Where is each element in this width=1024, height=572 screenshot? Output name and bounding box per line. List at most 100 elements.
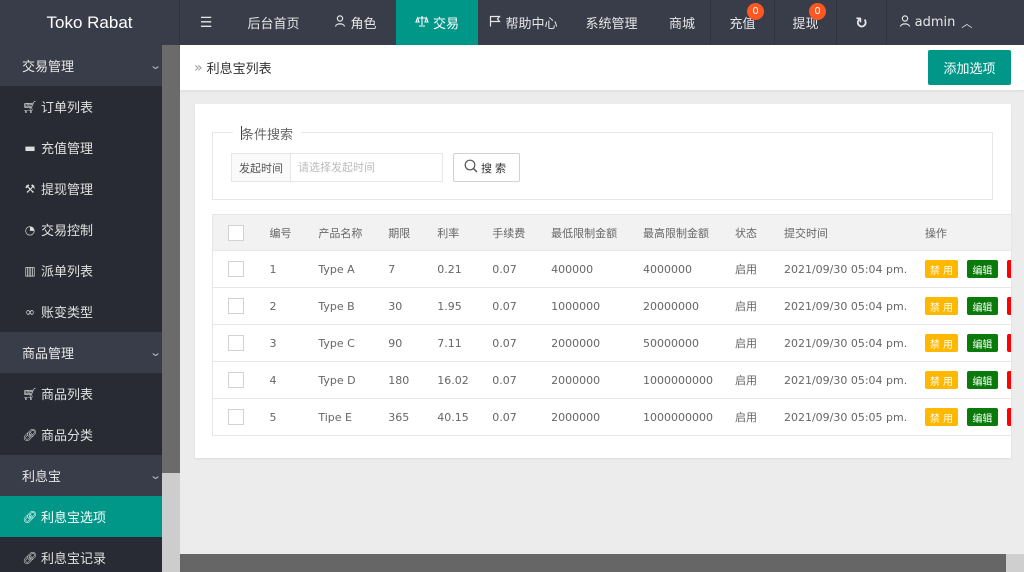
table-row: 1 Type A 7 0.21 0.07 400000 4000000 启用 2021/09/3… (212, 250, 1011, 288)
cell-fee: 0.07 (477, 250, 537, 288)
sidebar-item-dispatch[interactable]: ▥ 派单列表 (0, 250, 162, 291)
cell-time: 2021/09/30 05:04 pm. (768, 324, 910, 362)
user-icon (899, 15, 911, 30)
disable-button[interactable]: 禁 用 (924, 297, 958, 315)
sidebar-item-recharge[interactable]: ▬ 充值管理 (0, 127, 162, 168)
row-checkbox[interactable] (228, 335, 244, 351)
search-legend: 条件搜索 (233, 124, 302, 143)
add-option-button[interactable]: 添加选项 (928, 50, 1011, 85)
cell-id: 3 (254, 324, 304, 362)
sidebar-group-trade[interactable]: 交易管理 ⌄ (0, 45, 162, 86)
search-icon (464, 159, 478, 177)
cell-name: Tipe E (303, 398, 374, 436)
edit-button[interactable]: 编辑 (966, 260, 998, 278)
disable-button[interactable]: 禁 用 (924, 408, 958, 426)
menu-toggle-button[interactable]: ☰ (180, 0, 232, 45)
disable-button[interactable]: 禁 用 (924, 371, 958, 389)
select-all-checkbox[interactable] (228, 224, 244, 241)
nav-label: 角色 (350, 17, 377, 32)
col-header: 最低限制金额 (536, 214, 629, 251)
table-container: 编号 产品名称 期限 利率 手续费 最低限制金额 最高限制金额 状态 提交时间 … (212, 214, 1011, 436)
main-content: » 利息宝列表 添加选项 条件搜索 发起时间 搜索 (180, 45, 1024, 572)
nav-item-system[interactable]: 系统管理 (569, 0, 654, 45)
nav-label: 商城 (668, 17, 695, 32)
group-label: 交易管理 (22, 60, 75, 75)
sidebar-scrollbar-thumb[interactable] (162, 45, 180, 473)
sidebar-group-interest[interactable]: 利息宝 ⌄ (0, 455, 162, 496)
cell-min: 2000000 (536, 398, 629, 436)
cell-term: 7 (373, 250, 423, 288)
horizontal-scrollbar[interactable] (180, 554, 1006, 572)
chevron-down-icon: ⌄ (148, 346, 162, 359)
search-button-label: 搜索 (481, 161, 509, 175)
sidebar-item-orders[interactable]: 🛒︎ 订单列表 (0, 86, 162, 127)
nav-label: 系统管理 (585, 17, 638, 32)
disable-button[interactable]: 禁 用 (924, 260, 958, 278)
link-icon: 🔗︎ (22, 550, 38, 565)
start-time-input[interactable] (291, 154, 442, 181)
sidebar-group-goods[interactable]: 商品管理 ⌄ (0, 332, 162, 373)
table-header-row: 编号 产品名称 期限 利率 手续费 最低限制金额 最高限制金额 状态 提交时间 … (212, 214, 1011, 251)
nav-label: 帮助中心 (505, 17, 558, 32)
book-icon: ▥ (24, 263, 36, 278)
row-checkbox[interactable] (228, 298, 244, 314)
nav-item-recharge[interactable]: 充值 0 (710, 0, 774, 45)
sidebar-item-interest-records[interactable]: 🔗︎ 利息宝记录 (0, 537, 162, 572)
table-body: 1 Type A 7 0.21 0.07 400000 4000000 启用 2021/09/3… (212, 250, 1011, 436)
nav-item-dashboard[interactable]: 后台首页 (232, 0, 315, 45)
sidebar-item-withdraw[interactable]: ⚒︎ 提现管理 (0, 168, 162, 209)
nav-item-roles[interactable]: 角色 (315, 0, 396, 45)
table-row: 4 Type D 180 16.02 0.07 2000000 1000000000 启用 20… (212, 361, 1011, 399)
sidebar-item-goods-list[interactable]: 🛒︎ 商品列表 (0, 373, 162, 414)
col-header: 产品名称 (303, 214, 374, 251)
select-all-cell (212, 214, 255, 251)
cell-max: 4000000 (628, 250, 720, 288)
delete-button[interactable]: 删除 (1006, 334, 1011, 352)
nav-item-help[interactable]: 帮助中心 (478, 0, 569, 45)
cell-max: 50000000 (628, 324, 720, 362)
nav-item-trade[interactable]: 交易 (396, 0, 478, 45)
edit-button[interactable]: 编辑 (966, 297, 998, 315)
presentation-icon: ▬ (24, 140, 36, 155)
sidebar-item-goods-category[interactable]: 🔗︎ 商品分类 (0, 414, 162, 455)
delete-button[interactable]: 删除 (1006, 297, 1011, 315)
breadcrumb: » 利息宝列表 (194, 58, 272, 78)
edit-button[interactable]: 编辑 (966, 334, 998, 352)
nav-item-withdraw[interactable]: 提现 0 (774, 0, 836, 45)
disable-button[interactable]: 禁 用 (924, 334, 958, 352)
cell-id: 1 (254, 250, 304, 288)
delete-button[interactable]: 删除 (1006, 408, 1011, 426)
row-checkbox[interactable] (228, 409, 244, 425)
cell-max: 1000000000 (628, 398, 720, 436)
cell-name: Type C (303, 324, 374, 362)
row-checkbox[interactable] (228, 372, 244, 388)
cell-id: 5 (254, 398, 304, 436)
actions-cell: 禁 用编辑删除 (909, 287, 1011, 325)
user-menu[interactable]: admin ︿ (886, 0, 984, 45)
edit-button[interactable]: 编辑 (966, 371, 998, 389)
cell-max: 1000000000 (628, 361, 720, 399)
sidebar-item-trade-control[interactable]: ◔ 交易控制 (0, 209, 162, 250)
app-logo[interactable]: Toko Rabat (0, 0, 180, 45)
cart-icon: 🛒︎ (22, 99, 38, 114)
gauge-icon: ◔ (24, 222, 36, 237)
nav-item-mall[interactable]: 商城 (654, 0, 710, 45)
col-header: 状态 (720, 214, 769, 251)
cell-time: 2021/09/30 05:05 pm. (768, 398, 910, 436)
sidebar-item-interest-options[interactable]: 🔗︎ 利息宝选项 (0, 496, 162, 537)
search-button[interactable]: 搜索 (453, 153, 520, 182)
cell-id: 2 (254, 287, 304, 325)
delete-button[interactable]: 删除 (1006, 371, 1011, 389)
col-header: 操作 (909, 214, 1011, 251)
row-select-cell (212, 324, 255, 362)
start-time-group: 发起时间 (231, 153, 443, 182)
row-checkbox[interactable] (228, 261, 244, 277)
edit-button[interactable]: 编辑 (966, 408, 998, 426)
link-icon: 🔗︎ (22, 427, 38, 442)
item-label: 交易控制 (41, 224, 94, 239)
cell-status: 启用 (720, 287, 769, 325)
sidebar-item-account-change[interactable]: ∞ 账变类型 (0, 291, 162, 332)
cell-rate: 16.02 (422, 361, 478, 399)
delete-button[interactable]: 删除 (1006, 260, 1011, 278)
refresh-button[interactable]: ↻ (836, 0, 886, 45)
